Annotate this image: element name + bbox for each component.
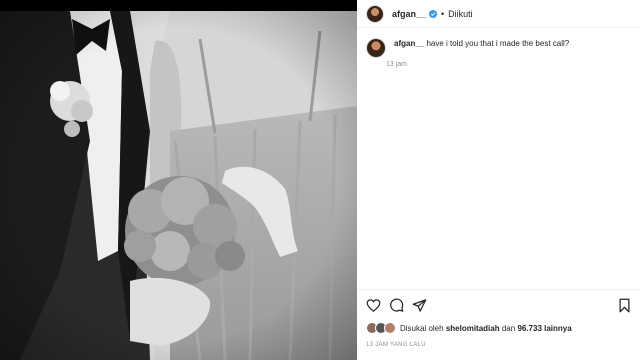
caption-text: afgan__ have i told you that i made the … [394, 38, 569, 49]
caption-avatar[interactable] [366, 38, 386, 58]
username-link[interactable]: afgan__ [392, 9, 426, 19]
verified-badge-icon [429, 9, 438, 18]
action-bar [366, 298, 632, 314]
likes-middle: dan [501, 323, 516, 333]
caption-body: have i told you that i made the best cal… [426, 39, 570, 48]
comment-icon[interactable] [389, 298, 404, 313]
caption-username[interactable]: afgan__ [394, 39, 424, 48]
likes-count-link[interactable]: 96.733 lainnya [517, 324, 571, 333]
follow-status-button[interactable]: Diikuti [448, 9, 473, 19]
heart-icon[interactable] [366, 298, 381, 313]
caption-time: 13 jam [386, 61, 408, 68]
post-side-panel: afgan__ • Diikuti afgan__ have i told yo… [357, 0, 640, 360]
post-timestamp[interactable]: 13 JAM YANG LALU [366, 342, 426, 348]
likes-prefix: Disukai oleh [400, 323, 444, 333]
post-header: afgan__ • Diikuti [357, 0, 640, 28]
likes-summary: Disukai oleh shelomitadiah dan 96.733 la… [366, 322, 572, 334]
post-modal: afgan__ • Diikuti afgan__ have i told yo… [0, 0, 640, 360]
caption-block: afgan__ have i told you that i made the … [366, 38, 634, 68]
liker-avatar [384, 322, 396, 334]
avatar[interactable] [366, 4, 384, 23]
liker-avatars[interactable] [366, 322, 396, 334]
bookmark-icon[interactable] [617, 298, 632, 313]
wedding-photo-image [0, 11, 357, 360]
post-footer: Disukai oleh shelomitadiah dan 96.733 la… [357, 289, 640, 360]
liker-username-link[interactable]: shelomitadiah [446, 324, 500, 333]
post-image[interactable] [0, 11, 357, 360]
separator-dot: • [441, 8, 445, 19]
share-icon[interactable] [412, 298, 427, 313]
